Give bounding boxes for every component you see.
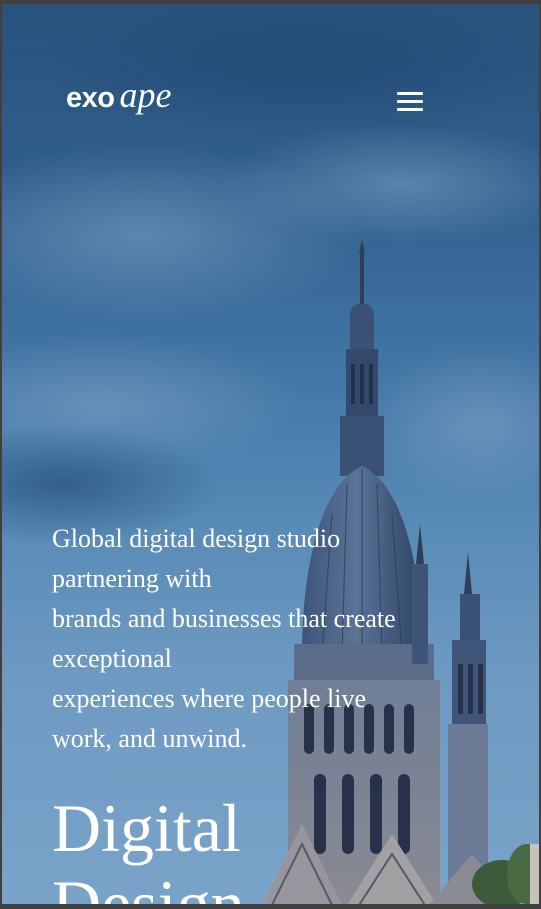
logo-wordmark: exo <box>66 82 115 114</box>
browser-frame: exo ape Global digital design studio par… <box>0 0 541 909</box>
menu-bar-bottom <box>397 108 423 111</box>
tagline-line: work, and unwind. <box>52 724 247 753</box>
headline-line: Design <box>52 866 245 904</box>
brand-logo[interactable]: exo ape <box>66 74 171 118</box>
tagline-line: Global digital design studio <box>52 524 341 553</box>
hero-section: exo ape Global digital design studio par… <box>2 4 539 904</box>
menu-bar-top <box>397 92 423 95</box>
hero-headline: Digital Design <box>52 790 245 904</box>
site-header: exo ape <box>2 4 539 204</box>
hero-tagline: Global digital design studio partnering … <box>52 519 492 759</box>
menu-bar-middle <box>397 100 423 103</box>
tagline-line: partnering with <box>52 564 212 593</box>
tagline-line: experiences where people live <box>52 684 367 713</box>
hamburger-menu-icon[interactable] <box>394 88 426 116</box>
logo-script: ape <box>119 75 172 115</box>
tagline-line: brands and businesses that create <box>52 604 396 633</box>
headline-line: Digital <box>52 790 241 866</box>
tagline-line: exceptional <box>52 644 172 673</box>
